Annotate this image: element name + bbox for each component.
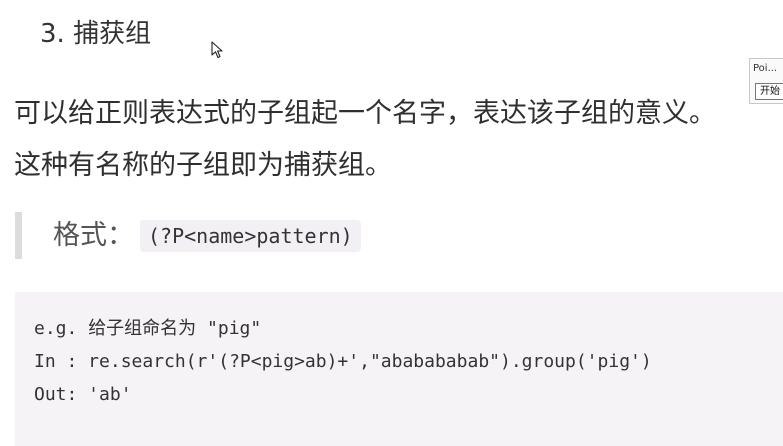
format-label: 格式： [53,220,134,251]
popup-start-button[interactable]: 开始 [755,83,783,100]
description-line-2: 这种有名称的子组即为捕获组。 [14,150,392,181]
blockquote-bar [15,212,22,259]
code-eg-text: 给子组命名为 [88,318,197,339]
code-line-example: e.g. 给子组命名为 "pig" [34,316,261,342]
code-eg-prefix: e.g. [34,318,89,339]
format-blockquote: 格式： (?P<name>pattern) [15,212,415,259]
format-inline-code: (?P<name>pattern) [140,220,361,252]
code-eg-suffix: "pig" [196,318,262,339]
description-line-1: 可以给正则表达式的子组起一个名字，表达该子组的意义。 [14,98,716,129]
section-title: 3. 捕获组 [40,19,152,49]
code-line-input: In : re.search(r'(?P<pig>ab)+',"abababab… [34,351,652,372]
floating-popup: Poi... 开始 [749,58,783,104]
code-line-output: Out: 'ab' [34,384,132,405]
example-code-block: e.g. 给子组命名为 "pig" In : re.search(r'(?P<p… [15,292,783,446]
popup-text: Poi... [753,63,778,74]
mouse-pointer-icon [211,41,223,59]
description-paragraph: 可以给正则表达式的子组起一个名字，表达该子组的意义。 这种有名称的子组即为捕获组… [14,88,754,192]
